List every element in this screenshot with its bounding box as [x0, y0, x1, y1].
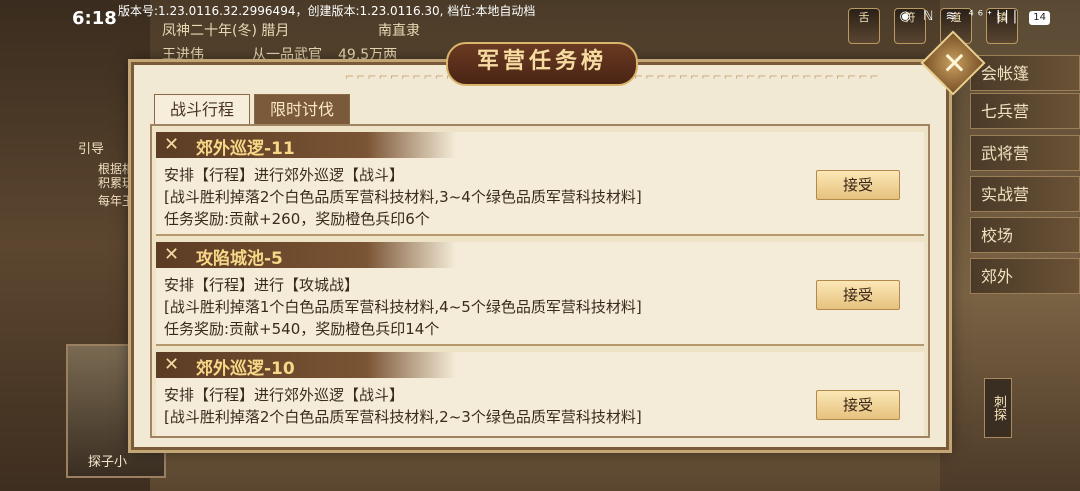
guide-line-2: 积累玩	[98, 176, 135, 190]
quest-title: 郊外巡逻-10	[196, 359, 295, 379]
probe-button[interactable]: 刺探	[984, 378, 1012, 438]
version-text: 版本号:1.23.0116.32.2996494，创建版本:1.23.0116.…	[118, 4, 536, 18]
clock: 6:18	[72, 8, 117, 29]
quest-header: ✕ 攻陷城池-5	[156, 242, 456, 269]
quest-drops: [战斗胜利掉落1个白色品质军营科技材料,4~5个绿色品质军营科技材料]	[164, 298, 642, 316]
status-icons: ◉ ℕ ≋ ⁴⁶ᐩ|||	[899, 9, 1022, 24]
quest-item: ✕ 攻陷城池-5 安排【行程】进行【攻城战】 [战斗胜利掉落1个白色品质军营科技…	[156, 242, 924, 346]
guide-label[interactable]: 引导	[78, 138, 104, 157]
quest-description: 安排【行程】进行郊外巡逻【战斗】	[164, 166, 405, 184]
title-pattern-right: ⌐⌐⌐⌐⌐⌐⌐⌐⌐⌐⌐⌐⌐⌐⌐⌐⌐⌐⌐⌐⌐⌐	[634, 70, 881, 83]
player-money: 49.5万两	[338, 47, 398, 63]
accept-button[interactable]: 接受	[816, 390, 900, 420]
menu-combat-camp[interactable]: 实战营	[970, 176, 1080, 212]
menu-outskirts[interactable]: 郊外	[970, 258, 1080, 294]
accept-button[interactable]: 接受	[816, 280, 900, 310]
crossed-swords-icon: ✕	[164, 244, 180, 265]
accept-button[interactable]: 接受	[816, 170, 900, 200]
close-icon: ✕	[935, 50, 971, 76]
crossed-swords-icon: ✕	[164, 354, 180, 375]
quest-description: 安排【行程】进行【攻城战】	[164, 276, 360, 294]
quest-reward: 任务奖励:贡献+260，奖励橙色兵印6个	[164, 210, 430, 228]
quest-title: 郊外巡逻-11	[196, 139, 295, 159]
quest-drops: [战斗胜利掉落2个白色品质军营科技材料,2~3个绿色品质军营科技材料]	[164, 408, 642, 426]
dialog-title: 军营任务榜	[446, 42, 638, 86]
quest-item: ✕ 郊外巡逻-11 安排【行程】进行郊外巡逻【战斗】 [战斗胜利掉落2个白色品质…	[156, 132, 924, 236]
system-icons: ◉ ℕ ≋ ⁴⁶ᐩ||| 14	[899, 9, 1050, 25]
player-rank: 从一品武官	[252, 47, 322, 63]
tab-timed-crusade[interactable]: 限时讨伐	[254, 94, 350, 124]
quest-header: ✕ 郊外巡逻-10	[156, 352, 456, 379]
menu-training-ground[interactable]: 校场	[970, 217, 1080, 253]
crossed-swords-icon: ✕	[164, 134, 180, 155]
quest-reward: 任务奖励:贡献+540，奖励橙色兵印14个	[164, 320, 440, 338]
quest-header: ✕ 郊外巡逻-11	[156, 132, 456, 159]
menu-tent[interactable]: 会帐篷	[970, 55, 1080, 91]
menu-barracks[interactable]: 七兵营	[970, 93, 1080, 129]
menu-general-camp[interactable]: 武将营	[970, 135, 1080, 171]
quest-title: 攻陷城池-5	[196, 249, 283, 269]
portrait-label: 探子小	[88, 455, 128, 470]
quest-drops: [战斗胜利掉落2个白色品质军营科技材料,3~4个绿色品质军营科技材料]	[164, 188, 642, 206]
quest-description: 安排【行程】进行郊外巡逻【战斗】	[164, 386, 405, 404]
guide-line-3: 每年玉	[98, 194, 135, 208]
tab-battle-itinerary[interactable]: 战斗行程	[154, 94, 250, 124]
quest-item: ✕ 郊外巡逻-10 安排【行程】进行郊外巡逻【战斗】 [战斗胜利掉落2个白色品质…	[156, 352, 924, 436]
quest-list[interactable]: ✕ 郊外巡逻-11 安排【行程】进行郊外巡逻【战斗】 [战斗胜利掉落2个白色品质…	[150, 124, 930, 438]
status-bar: 6:18 版本号:1.23.0116.32.2996494，创建版本:1.23.…	[0, 0, 1080, 34]
player-name: 王进伟	[162, 47, 204, 63]
battery-icon: 14	[1029, 11, 1050, 25]
